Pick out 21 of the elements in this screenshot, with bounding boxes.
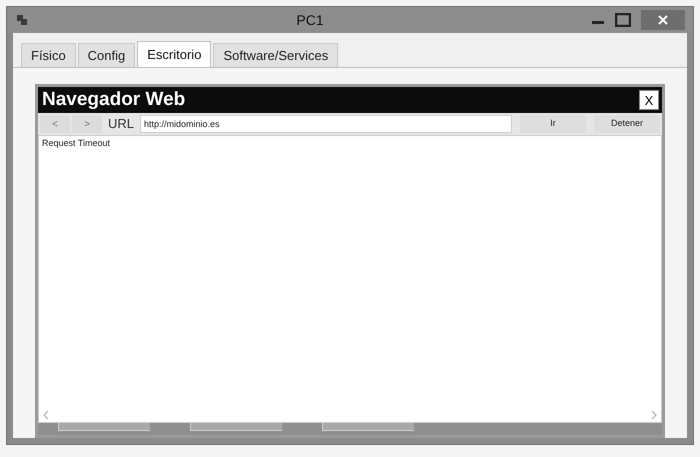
browser-title: Navegador Web [42,88,186,112]
tab[interactable]: Escritorio [137,41,212,67]
scroll-left-icon[interactable] [43,410,49,420]
app-icon [15,13,29,27]
stop-button[interactable]: Detener [594,115,660,133]
status-message: Request Timeout [41,137,112,150]
desktop-app-tile[interactable] [322,423,414,431]
maximize-icon[interactable] [615,13,631,27]
desktop-app-tile[interactable] [190,423,282,431]
scroll-right-icon[interactable] [651,410,657,420]
desktop-app-tile[interactable] [58,423,150,431]
tab[interactable]: Físico [21,43,76,67]
go-button[interactable]: Ir [520,115,586,133]
url-field[interactable]: http://midominio.es [140,115,512,133]
tab[interactable]: Config [78,43,136,67]
tab[interactable]: Software/Services [213,43,338,67]
browser-close-button[interactable]: X [639,90,659,110]
window-title: PC1 [295,10,325,30]
url-label: URL [107,115,136,134]
close-icon [658,15,668,25]
close-button[interactable] [641,10,685,30]
